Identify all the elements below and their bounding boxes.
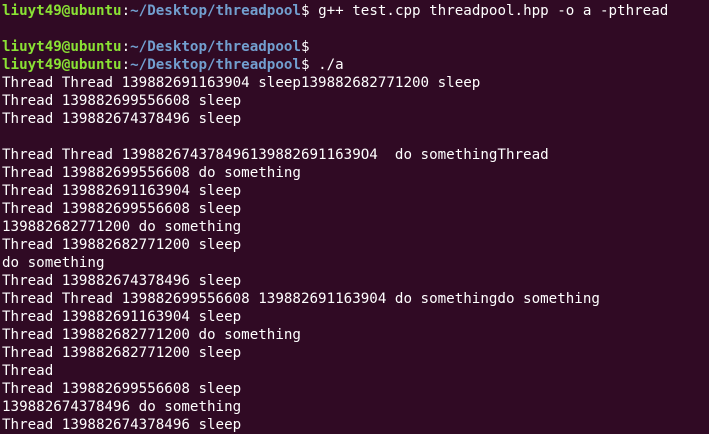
prompt-line-1: liuyt49@ubuntu:~/Desktop/threadpool$ g++… (2, 2, 709, 20)
output-line: Thread 139882699556608 do something (2, 165, 301, 181)
prompt-user-host: liuyt49@ubuntu (2, 3, 122, 19)
prompt-path: ~/Desktop/threadpool (130, 3, 301, 19)
output-line: Thread 139882691163904 sleep (2, 183, 242, 199)
prompt-dollar: $ (300, 3, 319, 19)
output-line: Thread 139882682771200 sleep (2, 345, 242, 361)
prompt-colon: : (121, 57, 131, 73)
command-text: g++ test.cpp threadpool.hpp -o a -pthrea… (318, 3, 669, 19)
prompt-line-2: liuyt49@ubuntu:~/Desktop/threadpool$ (2, 38, 709, 56)
prompt-user-host: liuyt49@ubuntu (2, 39, 122, 55)
prompt-path: ~/Desktop/threadpool (130, 57, 301, 73)
output-line: Thread 139882682771200 sleep (2, 237, 242, 253)
output-line: Thread Thread 13988267437849613988269116… (2, 147, 549, 163)
terminal-content: liuyt49@ubuntu:~/Desktop/threadpool$ g++… (2, 2, 709, 434)
command-text: ./a (318, 57, 344, 73)
terminal-window[interactable]: liuyt49@ubuntu:~/Desktop/threadpool$ g++… (0, 0, 709, 434)
output-line: Thread Thread 139882691163904 sleep13988… (2, 75, 481, 91)
prompt-user-host: liuyt49@ubuntu (2, 57, 122, 73)
prompt-path: ~/Desktop/threadpool (130, 39, 301, 55)
output-line: do something (2, 255, 105, 271)
prompt-line-3: liuyt49@ubuntu:~/Desktop/threadpool$ ./a (2, 56, 709, 74)
prompt-colon: : (121, 3, 131, 19)
prompt-dollar: $ (300, 57, 319, 73)
prompt-dollar: $ (300, 39, 310, 55)
output-line: Thread 139882682771200 do something (2, 327, 301, 343)
output-line: 139882674378496 do something (2, 399, 242, 415)
output-line: Thread 139882674378496 sleep (2, 111, 242, 127)
output-line: Thread 139882699556608 sleep (2, 201, 242, 217)
output-line: Thread Thread 139882699556608 1398826911… (2, 291, 600, 307)
output-line: Thread 139882674378496 sleep (2, 417, 242, 433)
output-line: 139882682771200 do something (2, 219, 242, 235)
output-line: Thread 139882699556608 sleep (2, 381, 242, 397)
prompt-colon: : (121, 39, 131, 55)
output-line: Thread (2, 363, 54, 379)
output-line: Thread 139882699556608 sleep (2, 93, 242, 109)
output-line: Thread 139882674378496 sleep (2, 273, 242, 289)
output-line: Thread 139882691163904 sleep (2, 309, 242, 325)
